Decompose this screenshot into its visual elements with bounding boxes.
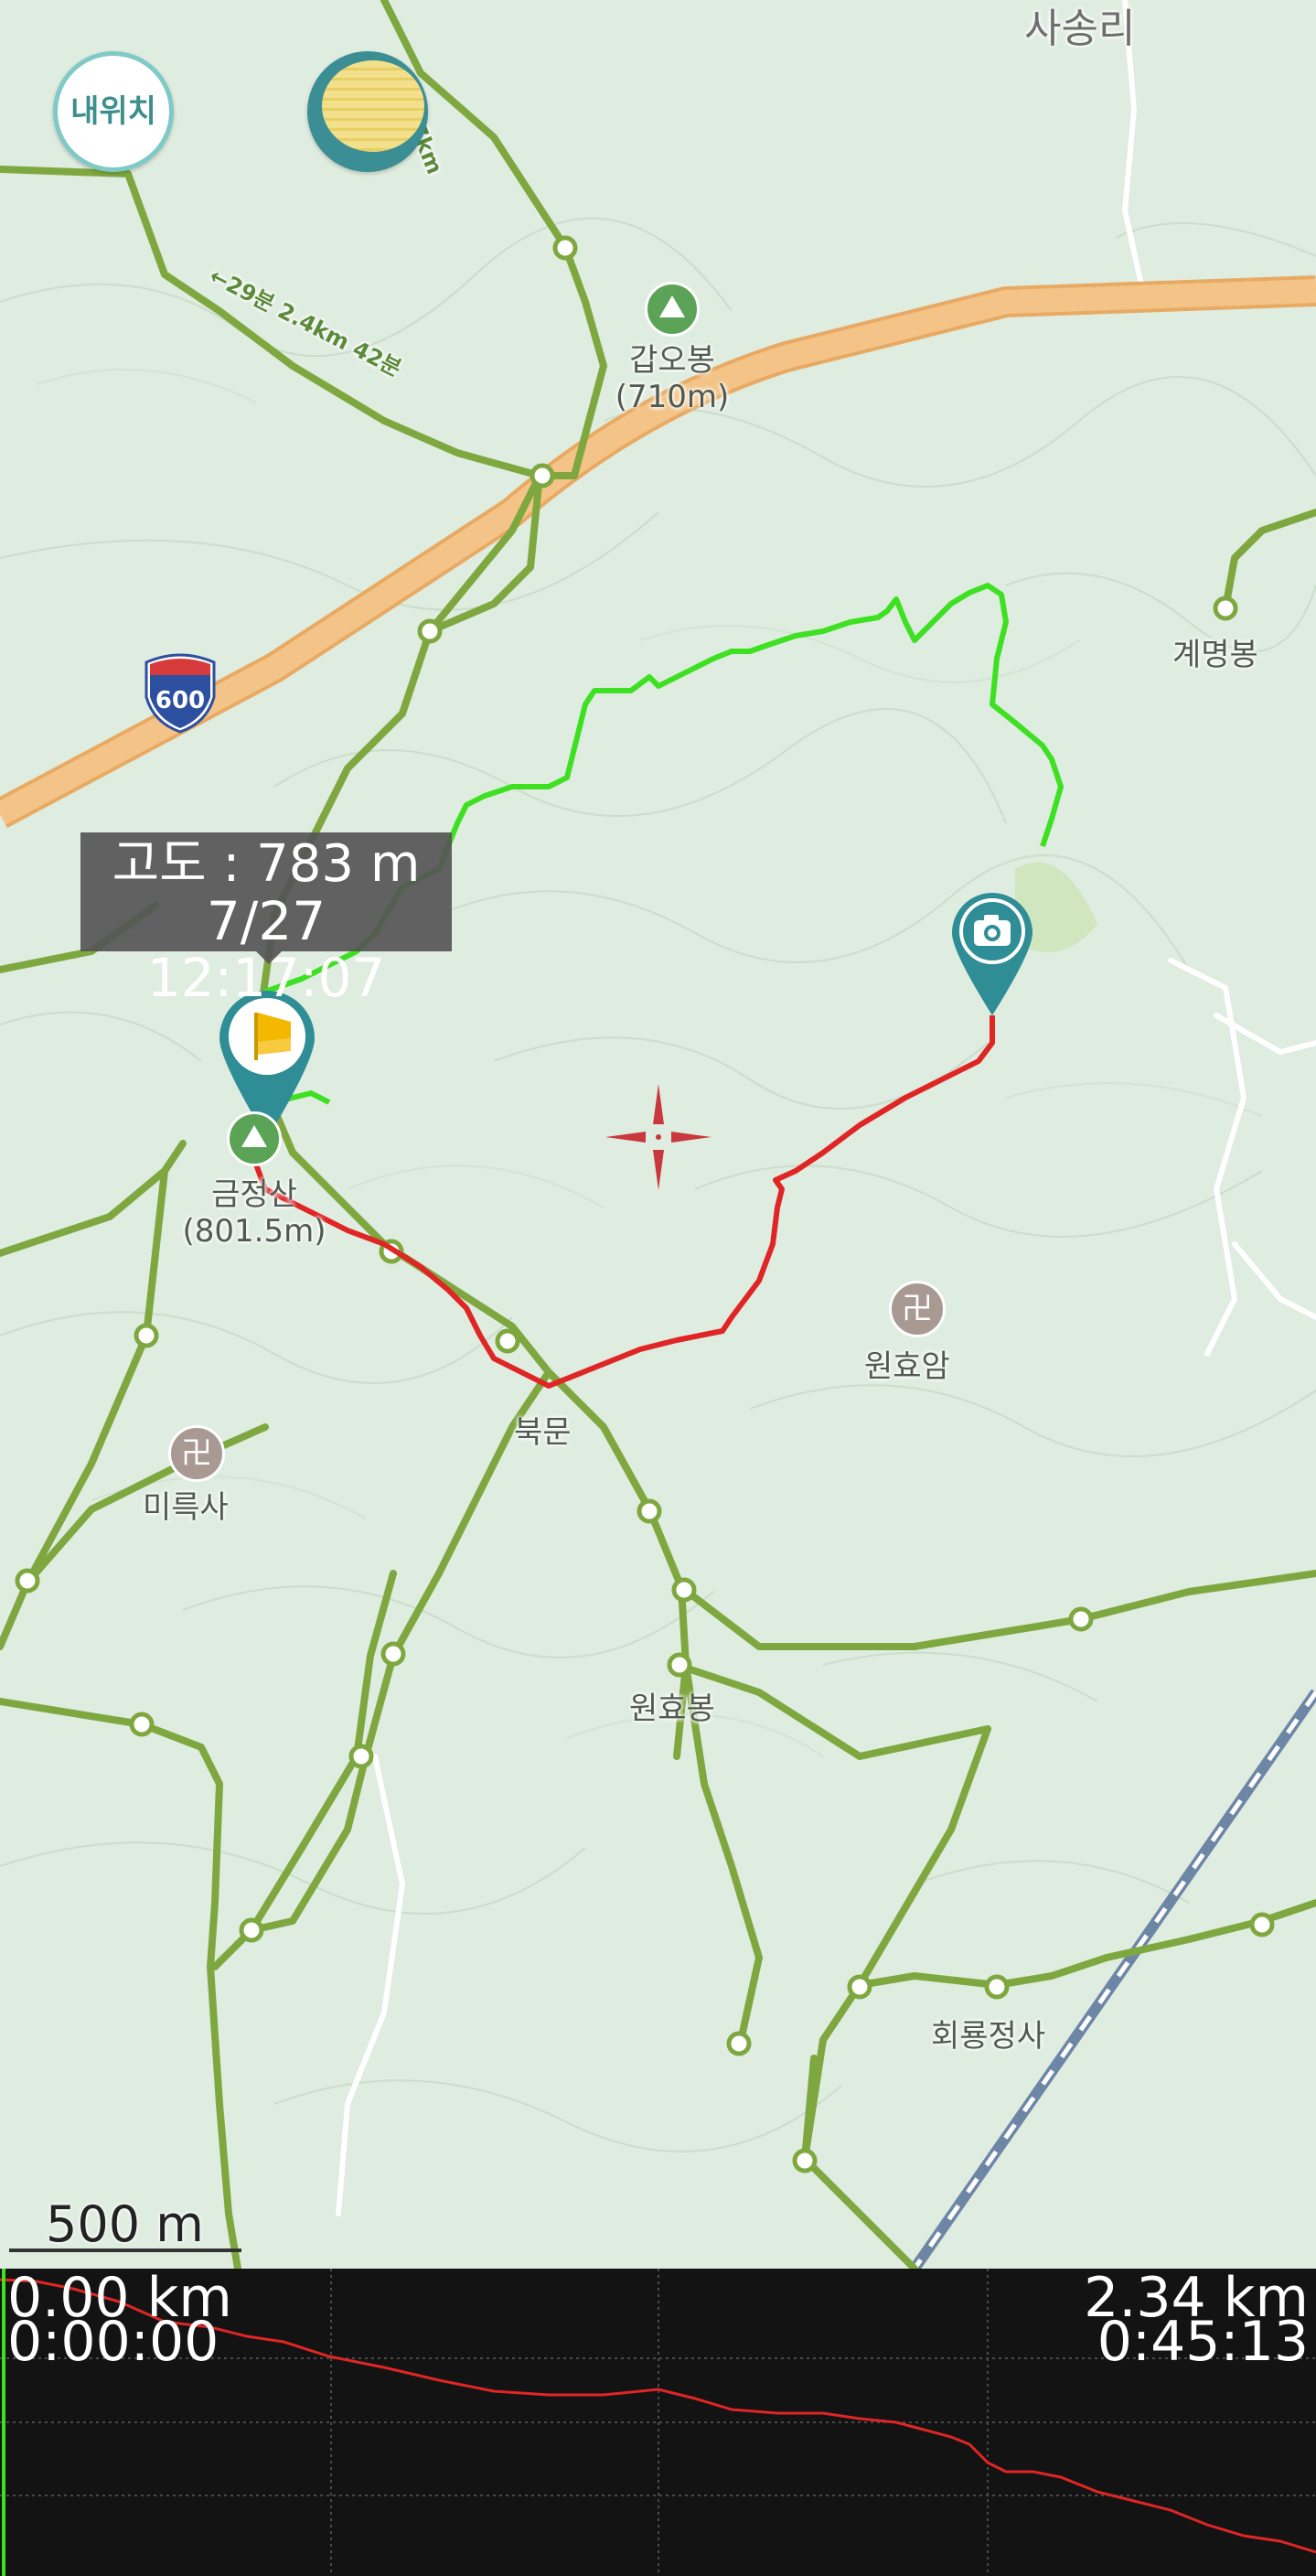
contour-lines-secondary (36, 369, 1263, 1757)
layer-toggle-button[interactable] (307, 51, 428, 172)
map-center-crosshair-icon (605, 1084, 711, 1190)
scale-bar-label: 500 m (46, 2195, 204, 2253)
village-label-sasong: 사송리 (1024, 5, 1136, 52)
peak-elevation: (710m) (615, 379, 730, 415)
layer-toggle-icon (322, 60, 424, 152)
profile-start-time: 0:00:00 (7, 2310, 219, 2374)
elevation-profile-panel[interactable]: 0.00 km 0:00:00 2.34 km 0:45:13 (0, 2269, 1316, 2576)
recorded-track (250, 1015, 995, 1389)
map-base-layer (0, 0, 1316, 2269)
camera-marker-icon[interactable] (952, 893, 1032, 1015)
altitude-value: 고도 : 783 m (112, 834, 421, 894)
hiking-trails (0, 0, 1316, 2269)
mountain-peak-icon (645, 282, 700, 337)
scale-bar-line (9, 2249, 241, 2252)
peak-label-geumjeongsan: 금정산 (801.5m) (172, 1176, 337, 1250)
peak-label-gapobong: 갑오봉 (710m) (604, 342, 741, 415)
altitude-tooltip: 고도 : 783 m 7/27 12:17:07 (80, 832, 452, 1006)
highway-number: 600 (155, 687, 205, 714)
scale-bar: 500 m (9, 2195, 241, 2259)
temple-label-wonhyoam: 원효암 (864, 1348, 950, 1385)
gate-label-bukmun: 북문 (514, 1414, 572, 1451)
peak-name: 금정산 (211, 1176, 297, 1213)
highway-shield-icon: 600 (143, 651, 218, 734)
buddhist-temple-icon: 卍 (168, 1425, 225, 1482)
my-location-button[interactable]: 내위치 (53, 51, 174, 172)
buddhist-temple-icon: 卍 (889, 1281, 946, 1337)
peak-name: 갑오봉 (629, 342, 715, 379)
peak-label-wonhyobong: 원효봉 (629, 1690, 715, 1727)
map-view[interactable]: 사송리 갑오봉 (710m) 계명봉 금정산 (801.5m) 북문 卍 원효암… (0, 0, 1316, 2269)
temple-label-mireuksa: 미륵사 (143, 1489, 229, 1526)
mountain-peak-icon (227, 1111, 282, 1166)
peak-label-gyemyeongbong: 계명봉 (1172, 637, 1258, 673)
profile-end-time: 0:45:13 (1097, 2310, 1309, 2374)
hiking-map-screen: 사송리 갑오봉 (710m) 계명봉 금정산 (801.5m) 북문 卍 원효암… (0, 0, 1316, 2576)
peak-elevation: (801.5m) (182, 1213, 326, 1250)
tooltip-pointer (256, 951, 282, 964)
tooltip-timestamp: 7/27 12:17:07 (146, 890, 386, 1009)
temple-label-hoeryongjeongsa: 회룡정사 (931, 2018, 1046, 2055)
